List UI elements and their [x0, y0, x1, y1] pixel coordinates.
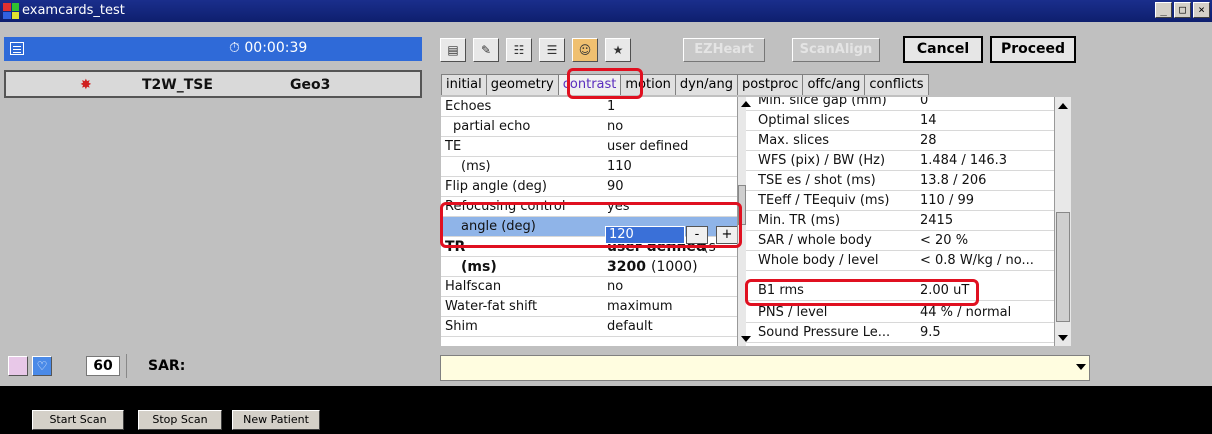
maximize-button[interactable]: □	[1174, 2, 1191, 18]
param-row[interactable]: Echoes 1	[441, 97, 741, 117]
dropdown-arrow-icon[interactable]	[1076, 364, 1086, 370]
decrement-button[interactable]: -	[686, 226, 708, 244]
edit-icon[interactable]: ✎	[473, 38, 499, 62]
heart-icon[interactable]: ♡	[32, 356, 52, 376]
scan-list-item[interactable]: ✸ T2W_TSE Geo3	[4, 70, 422, 98]
info-row: Whole body / level < 0.8 W/kg / no...	[746, 251, 1054, 271]
timer-bar: ⏱ 00:00:39	[4, 37, 422, 61]
new-patient-button[interactable]: New Patient	[232, 410, 320, 430]
tab-contrast[interactable]: contrast	[557, 74, 622, 95]
scrollbar-thumb[interactable]	[1056, 212, 1070, 322]
info-row: Min. TR (ms) 2415	[746, 211, 1054, 231]
tab-offc-ang[interactable]: offc/ang	[802, 74, 866, 95]
param-row[interactable]: (ms) 110	[441, 157, 741, 177]
info-row-b1rms: B1 rms 2.00 uT	[746, 281, 1054, 301]
sar-count: 60	[86, 356, 120, 376]
param-row[interactable]: Shim default	[441, 317, 741, 337]
info-row: WFS (pix) / BW (Hz) 1.484 / 146.3	[746, 151, 1054, 171]
start-scan-button[interactable]: Start Scan	[32, 410, 124, 430]
grid-icon[interactable]: ☰	[539, 38, 565, 62]
scan-timer: ⏱ 00:00:39	[229, 40, 307, 56]
tab-dyn-ang[interactable]: dyn/ang	[674, 74, 738, 95]
increment-button[interactable]: +	[716, 226, 738, 244]
param-row[interactable]: partial echo no	[441, 117, 741, 137]
param-row-refocusing-control[interactable]: Refocusing control yes	[441, 197, 741, 217]
scroll-up-icon[interactable]	[1058, 103, 1068, 109]
tab-initial[interactable]: initial	[441, 74, 487, 95]
proceed-button[interactable]: Proceed	[990, 36, 1076, 63]
scan-name: T2W_TSE	[142, 77, 213, 93]
tab-motion[interactable]: motion	[620, 74, 676, 95]
tab-conflicts[interactable]: conflicts	[864, 74, 929, 95]
divider	[126, 354, 127, 378]
scan-list	[4, 99, 422, 345]
param-row[interactable]: Flip angle (deg) 90	[441, 177, 741, 197]
param-row[interactable]: TE user defined	[441, 137, 741, 157]
card-icon[interactable]: ▤	[440, 38, 466, 62]
scroll-down-icon[interactable]	[741, 336, 751, 342]
sar-bar: ♡ 60 SAR:	[4, 352, 426, 382]
scan-geometry: Geo3	[290, 77, 331, 93]
info-list: Min. slice gap (mm) 0 Optimal slices 14 Ma…	[746, 97, 1054, 346]
info-row: TEeff / TEequiv (ms) 110 / 99	[746, 191, 1054, 211]
info-row: Min. slice gap (mm) 0	[746, 97, 1054, 111]
param-row[interactable]: Halfscan no	[441, 277, 741, 297]
sar-label: SAR:	[148, 358, 186, 374]
info-row: Sound Pressure Le... 9.5	[746, 323, 1054, 343]
wand-icon[interactable]: ★	[605, 38, 631, 62]
info-row: SAR / whole body < 20 %	[746, 231, 1054, 251]
window-title: examcards_test	[22, 3, 125, 18]
info-scrollbar[interactable]	[1054, 97, 1071, 346]
list-icon[interactable]: ☷	[506, 38, 532, 62]
timer-value: 00:00:39	[244, 40, 308, 56]
menu-icon[interactable]	[10, 42, 24, 55]
toolbar: ▤ ✎ ☷ ☰ ☺ ★	[440, 38, 631, 64]
param-row[interactable]: Water-fat shift maximum	[441, 297, 741, 317]
parameter-tabs: initial geometry contrast motion dyn/ang…	[441, 74, 929, 95]
scan-status-icon: ✸	[80, 77, 92, 93]
minimize-button[interactable]: _	[1155, 2, 1172, 18]
cancel-button[interactable]: Cancel	[903, 36, 983, 63]
scrollbar-thumb[interactable]	[738, 185, 746, 225]
stop-scan-button[interactable]: Stop Scan	[138, 410, 222, 430]
star-icon[interactable]	[8, 356, 28, 376]
tab-postproc[interactable]: postproc	[736, 74, 804, 95]
window-titlebar: examcards_test _ □ ×	[0, 0, 1212, 22]
timer-icon: ⏱	[229, 40, 240, 56]
info-row: TSE es / shot (ms) 13.8 / 206	[746, 171, 1054, 191]
message-box[interactable]	[440, 355, 1090, 381]
scroll-down-icon[interactable]	[1058, 335, 1068, 341]
person-icon[interactable]: ☺	[572, 38, 598, 62]
ezheart-button[interactable]: EZHeart	[683, 38, 765, 62]
info-row: Max. slices 28	[746, 131, 1054, 151]
param-row-tr-ms[interactable]: (ms) 3200 (1000)	[441, 257, 741, 277]
app-icon	[3, 3, 19, 19]
parameter-list: Echoes 1 partial echo no TE user defined (m…	[441, 97, 741, 346]
scanalign-button[interactable]: ScanAlign	[792, 38, 880, 62]
angle-stepper-input[interactable]: 120	[605, 226, 685, 244]
close-button[interactable]: ×	[1193, 2, 1210, 18]
tab-geometry[interactable]: geometry	[485, 74, 559, 95]
info-row: Optimal slices 14	[746, 111, 1054, 131]
scroll-up-icon[interactable]	[741, 101, 751, 107]
info-row: PNS / level 44 % / normal	[746, 303, 1054, 323]
